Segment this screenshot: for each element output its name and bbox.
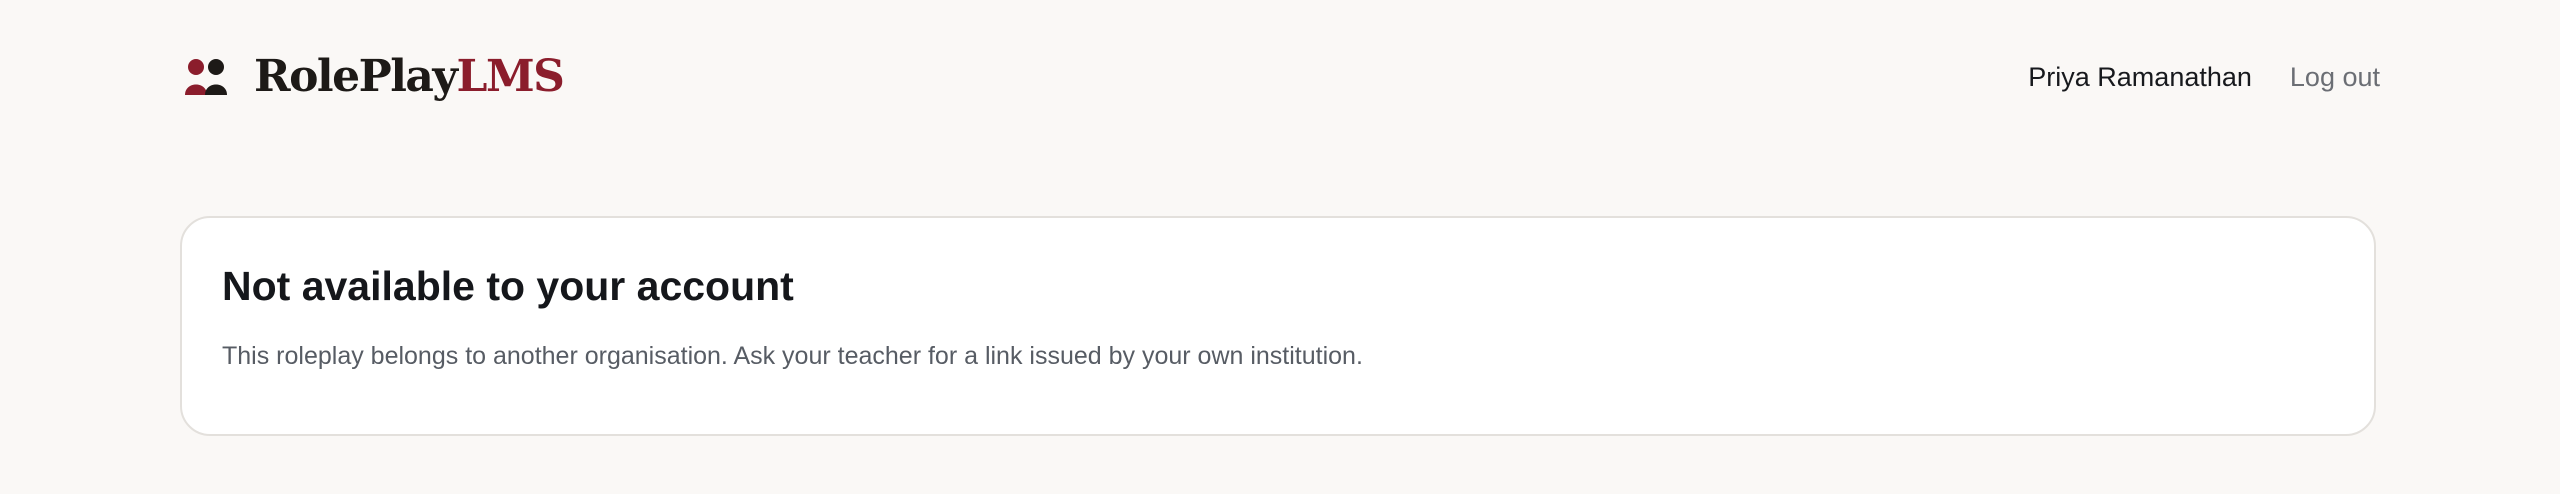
brand-wordmark: RolePlayLMS [254,55,565,99]
user-nav: Priya Ramanathan Log out [2028,52,2380,102]
page: RolePlayLMS Priya Ramanathan Log out Not… [0,0,2560,494]
card-title: Not available to your account [222,263,794,309]
two-people-icon [185,59,227,95]
user-name: Priya Ramanathan [2028,61,2252,92]
card-message: This roleplay belongs to another organis… [222,342,1363,370]
brand-name-accent: LMS [456,51,565,102]
brand-name-primary: RolePlay [254,51,458,102]
logout-link[interactable]: Log out [2290,62,2380,93]
top-header: RolePlayLMS Priya Ramanathan Log out [184,52,2380,102]
access-denied-card: Not available to your account This rolep… [180,216,2376,436]
brand-logo-link[interactable]: RolePlayLMS [184,52,565,102]
